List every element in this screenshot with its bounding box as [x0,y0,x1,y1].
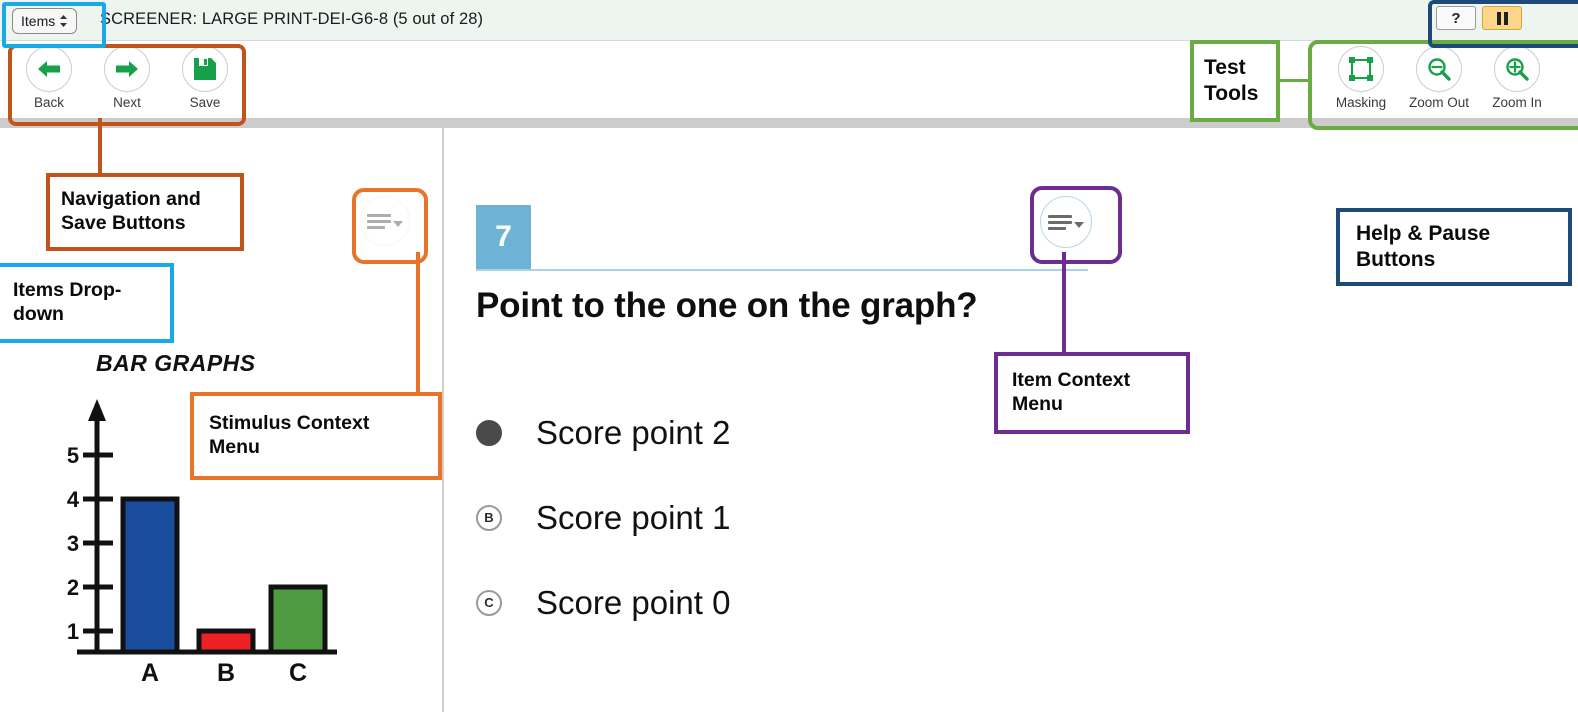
answer-option-a-label: Score point 2 [536,413,731,451]
answer-option-b[interactable]: B Score point 1 [476,475,730,560]
radio-letter-c-icon[interactable]: C [476,589,502,616]
annotation-connector-test-tools [1278,79,1312,82]
annotation-callout-help-pause: Help & Pause Buttons [1336,208,1572,286]
svg-text:4: 4 [67,487,80,512]
annotation-connector-item-menu [1062,252,1066,356]
annotation-callout-stimulus-menu: Stimulus Context Menu [190,392,442,480]
annotation-connector-stimulus-menu [416,252,420,396]
radio-letter-b-icon[interactable]: B [476,504,502,531]
answer-option-a[interactable]: Score point 2 [476,390,730,475]
answer-option-c[interactable]: C Score point 0 [476,560,730,645]
screener-title: SCREENER: LARGE PRINT-DEI-G6-8 (5 out of… [100,10,484,28]
annotation-callout-items-dropdown: Items Drop-down [0,263,174,343]
svg-text:C: C [289,659,307,685]
pane-divider[interactable] [442,128,444,712]
answer-options-list: Score point 2 B Score point 1 C Score po… [476,390,730,645]
question-rule [476,269,1088,271]
question-number-badge: 7 [476,205,531,269]
annotation-highlight-navigation-toolbar [8,44,246,126]
svg-text:A: A [141,659,159,685]
svg-text:1: 1 [67,619,79,644]
svg-text:B: B [217,659,235,685]
annotation-highlight-item-menu [1030,186,1122,264]
annotation-highlight-test-tools [1308,40,1578,130]
annotation-connector-navigation [98,118,102,175]
svg-text:3: 3 [67,531,79,556]
svg-text:2: 2 [67,575,79,600]
answer-option-c-label: Score point 0 [536,583,731,621]
question-prompt: Point to the one on the graph? [476,286,978,325]
annotation-callout-item-menu: Item Context Menu [994,352,1190,434]
annotation-highlight-items-dropdown [2,2,106,48]
annotation-callout-navigation: Navigation and Save Buttons [46,173,244,251]
annotation-callout-test-tools: Test Tools [1190,40,1280,122]
annotation-highlight-help-pause [1428,0,1578,48]
radio-selected-icon[interactable] [476,419,502,446]
stimulus-title: BAR GRAPHS [96,350,256,376]
answer-option-b-label: Score point 1 [536,498,731,536]
svg-text:5: 5 [67,443,79,468]
